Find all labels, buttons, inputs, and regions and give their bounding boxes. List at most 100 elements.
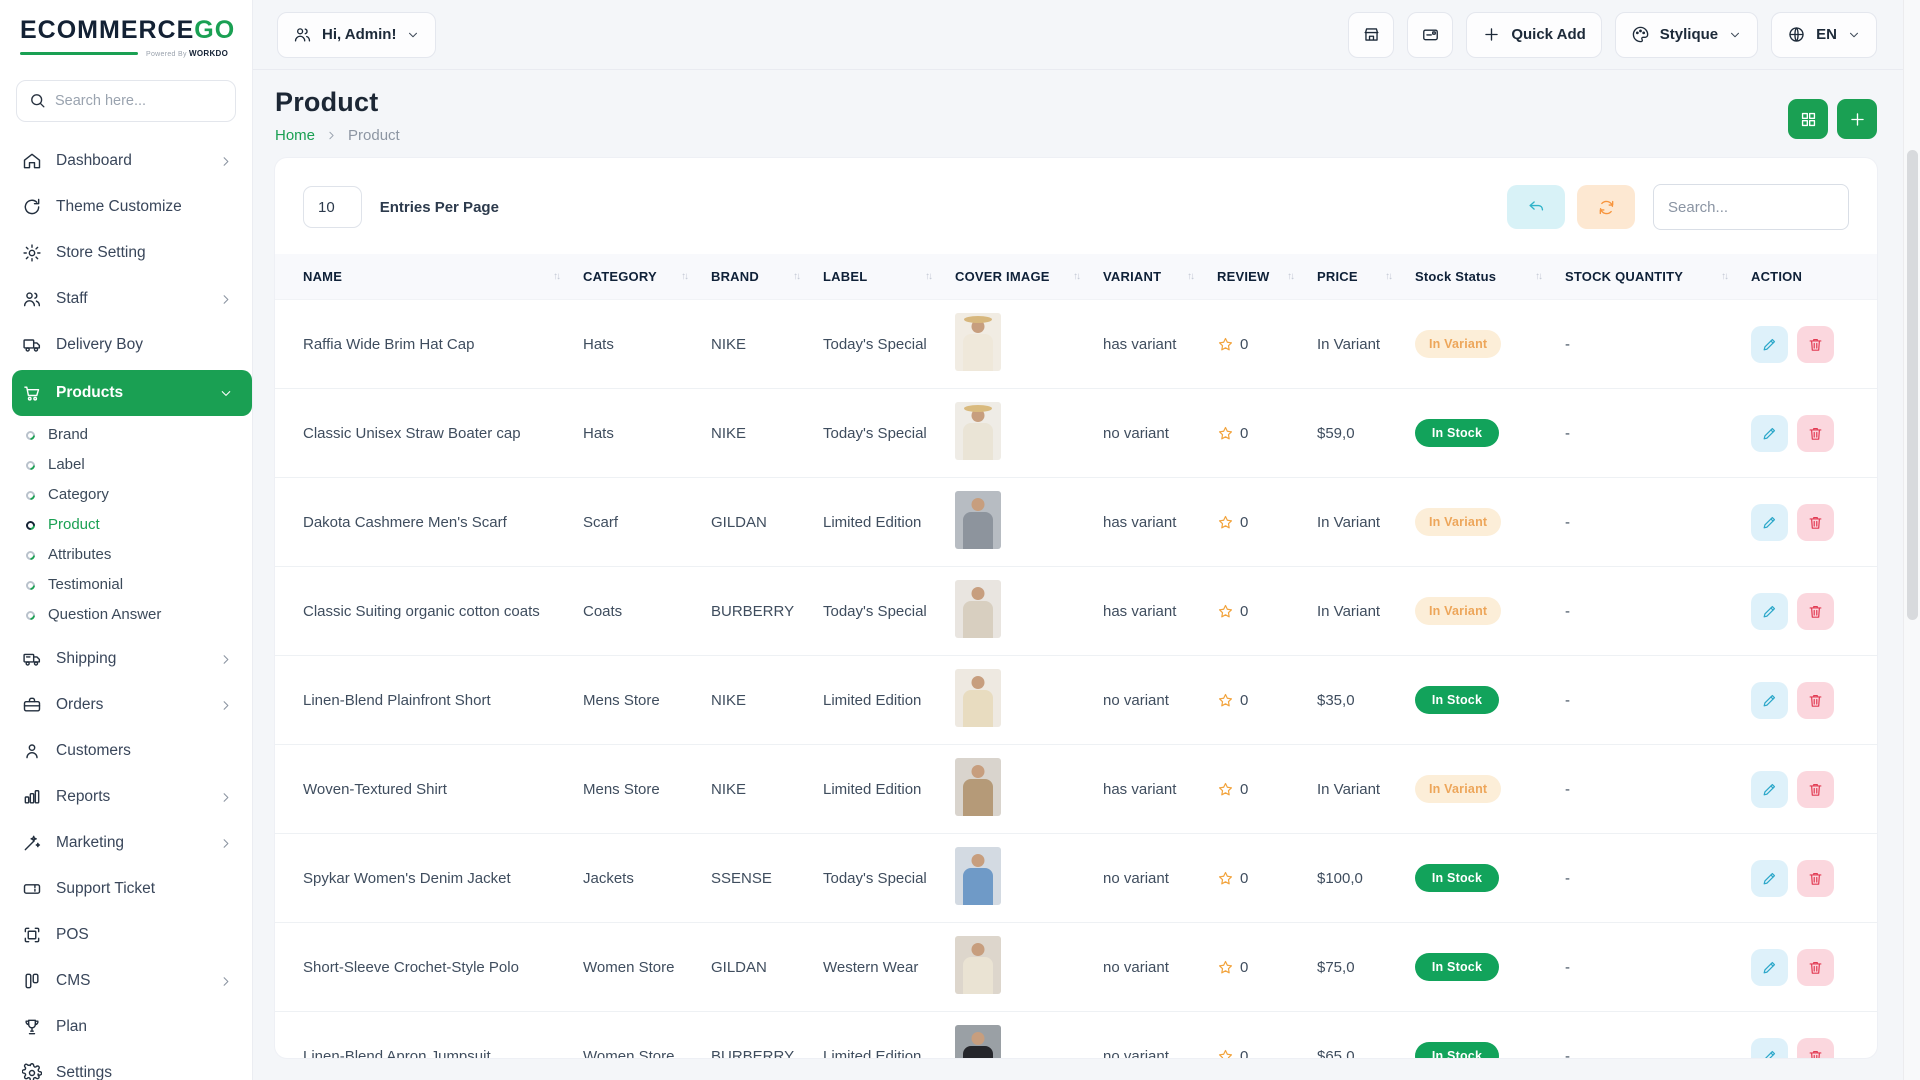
sidebar-nav: DashboardTheme CustomizeStore SettingSta… [0, 128, 252, 1080]
sort-icon[interactable]: ↑↓ [1385, 271, 1391, 282]
edit-product-button[interactable] [1751, 504, 1788, 541]
sort-icon[interactable]: ↑↓ [793, 271, 799, 282]
mail-button[interactable] [1407, 12, 1453, 58]
theme-name-label: Stylique [1660, 26, 1718, 43]
vertical-scrollbar[interactable] [1903, 0, 1920, 1080]
sidebar-item-pos[interactable]: POS [0, 912, 252, 958]
sidebar-item-marketing[interactable]: Marketing [0, 820, 252, 866]
column-header-stock-quantity[interactable]: STOCK QUANTITY↑↓ [1553, 254, 1739, 300]
cell-variant: has variant [1091, 567, 1205, 656]
reset-filters-button[interactable] [1507, 185, 1565, 229]
refresh-button[interactable] [1577, 185, 1635, 229]
sort-icon[interactable]: ↑↓ [1287, 271, 1293, 282]
table-row: Classic Suiting organic cotton coatsCoat… [275, 567, 1877, 656]
column-header-cover-image[interactable]: COVER IMAGE↑↓ [943, 254, 1091, 300]
edit-product-button[interactable] [1751, 771, 1788, 808]
sort-icon[interactable]: ↑↓ [681, 271, 687, 282]
storefront-button[interactable] [1348, 12, 1394, 58]
edit-product-button[interactable] [1751, 326, 1788, 363]
grid-view-button[interactable] [1788, 99, 1828, 139]
sidebar-item-support-ticket[interactable]: Support Ticket [0, 866, 252, 912]
delete-product-button[interactable] [1797, 949, 1834, 986]
delete-product-button[interactable] [1797, 415, 1834, 452]
delete-product-button[interactable] [1797, 860, 1834, 897]
table-search-input[interactable] [1653, 184, 1849, 230]
edit-product-button[interactable] [1751, 593, 1788, 630]
sidebar-item-settings[interactable]: Settings [0, 1050, 252, 1080]
edit-product-button[interactable] [1751, 860, 1788, 897]
edit-product-button[interactable] [1751, 949, 1788, 986]
column-header-stock-status[interactable]: Stock Status↑↓ [1403, 254, 1553, 300]
star-icon [1217, 870, 1234, 887]
sidebar-item-delivery-boy[interactable]: Delivery Boy [0, 322, 252, 368]
sidebar-item-store-setting[interactable]: Store Setting [0, 230, 252, 276]
breadcrumb: Home Product [275, 127, 400, 144]
sidebar-subitem-brand[interactable]: Brand [0, 420, 252, 450]
column-header-name[interactable]: NAME↑↓ [275, 254, 571, 300]
cell-stock-quantity: - [1553, 300, 1739, 389]
cell-price: $75,0 [1305, 923, 1403, 1012]
entries-per-page-select[interactable]: 10 [303, 186, 362, 228]
sort-icon[interactable]: ↑↓ [1187, 271, 1193, 282]
sidebar-subitem-testimonial[interactable]: Testimonial [0, 570, 252, 600]
undo-icon [1527, 198, 1546, 217]
sort-icon[interactable]: ↑↓ [1073, 271, 1079, 282]
sidebar-item-orders[interactable]: Orders [0, 682, 252, 728]
sort-icon[interactable]: ↑↓ [1535, 271, 1541, 282]
sidebar-subitem-question-answer[interactable]: Question Answer [0, 600, 252, 630]
breadcrumb-home-link[interactable]: Home [275, 127, 315, 144]
sort-icon[interactable]: ↑↓ [553, 271, 559, 282]
sidebar-item-plan[interactable]: Plan [0, 1004, 252, 1050]
user-menu-button[interactable]: Hi, Admin! [277, 12, 436, 58]
column-header-price[interactable]: PRICE↑↓ [1305, 254, 1403, 300]
column-header-brand[interactable]: BRAND↑↓ [699, 254, 811, 300]
add-product-button[interactable] [1837, 99, 1877, 139]
sidebar-item-cms[interactable]: CMS [0, 958, 252, 1004]
sidebar-item-products[interactable]: Products [12, 370, 252, 416]
edit-product-button[interactable] [1751, 415, 1788, 452]
sidebar-item-shipping[interactable]: Shipping [0, 636, 252, 682]
cell-category: Mens Store [571, 656, 699, 745]
cell-stock-quantity: - [1553, 478, 1739, 567]
sidebar-search [16, 80, 236, 122]
column-header-review[interactable]: REVIEW↑↓ [1205, 254, 1305, 300]
theme-select-button[interactable]: Stylique [1615, 12, 1758, 58]
cell-cover-image [943, 300, 1091, 389]
product-cover-image [955, 402, 1001, 460]
delete-product-button[interactable] [1797, 504, 1834, 541]
stock-status-badge: In Stock [1415, 419, 1499, 447]
sidebar-subitem-product[interactable]: Product [0, 510, 252, 540]
sidebar-item-dashboard[interactable]: Dashboard [0, 138, 252, 184]
sidebar-item-customers[interactable]: Customers [0, 728, 252, 774]
scrollbar-thumb[interactable] [1907, 150, 1918, 620]
cell-stock-status: In Variant [1403, 300, 1553, 389]
edit-product-button[interactable] [1751, 682, 1788, 719]
sidebar-subitem-label: Question Answer [48, 606, 161, 624]
language-select-button[interactable]: EN [1771, 12, 1877, 58]
app-logo[interactable]: ECOMMERCEGO Powered By WORKDO [0, 0, 252, 66]
delete-product-button[interactable] [1797, 326, 1834, 363]
quick-add-button[interactable]: Quick Add [1466, 12, 1601, 58]
delete-product-button[interactable] [1797, 771, 1834, 808]
theme-icon [22, 197, 42, 217]
cell-stock-quantity: - [1553, 567, 1739, 656]
delete-product-button[interactable] [1797, 593, 1834, 630]
sidebar-subitem-attributes[interactable]: Attributes [0, 540, 252, 570]
sidebar-item-theme-customize[interactable]: Theme Customize [0, 184, 252, 230]
column-header-category[interactable]: CATEGORY↑↓ [571, 254, 699, 300]
edit-product-button[interactable] [1751, 1038, 1788, 1059]
sort-icon[interactable]: ↑↓ [925, 271, 931, 282]
sidebar-item-staff[interactable]: Staff [0, 276, 252, 322]
sidebar-subitem-label[interactable]: Label [0, 450, 252, 480]
delete-product-button[interactable] [1797, 1038, 1834, 1059]
cell-category: Women Store [571, 1012, 699, 1059]
sidebar-search-input[interactable] [16, 80, 236, 122]
column-header-variant[interactable]: VARIANT↑↓ [1091, 254, 1205, 300]
sidebar-subitem-category[interactable]: Category [0, 480, 252, 510]
trash-icon [1807, 514, 1824, 531]
sidebar-item-reports[interactable]: Reports [0, 774, 252, 820]
delete-product-button[interactable] [1797, 682, 1834, 719]
column-header-label[interactable]: LABEL↑↓ [811, 254, 943, 300]
cell-stock-quantity: - [1553, 923, 1739, 1012]
sort-icon[interactable]: ↑↓ [1721, 271, 1727, 282]
